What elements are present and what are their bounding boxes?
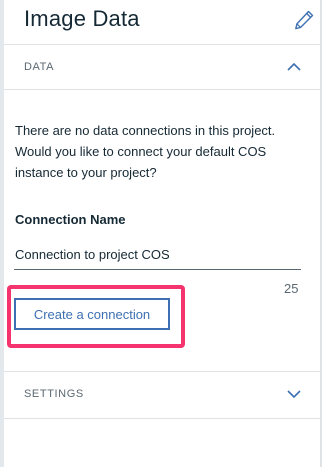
- data-section-divider: [4, 89, 320, 90]
- image-data-panel: Image Data DATA There are no data connec…: [0, 0, 322, 467]
- connection-name-input[interactable]: [14, 240, 301, 270]
- chevron-down-icon: [287, 390, 301, 399]
- pencil-icon: [295, 10, 314, 30]
- chevron-up-icon: [287, 62, 301, 71]
- settings-section-header[interactable]: SETTINGS: [4, 372, 320, 416]
- edit-title-button[interactable]: [292, 8, 316, 32]
- data-section-header[interactable]: DATA: [4, 45, 320, 89]
- data-section-label: DATA: [24, 61, 55, 73]
- create-connection-button[interactable]: Create a connection: [14, 298, 170, 330]
- settings-bottom-divider: [4, 418, 320, 419]
- character-count: 25: [284, 281, 299, 296]
- no-connections-message: There are no data connections in this pr…: [15, 123, 276, 180]
- connection-name-label: Connection Name: [15, 212, 126, 227]
- panel-header: Image Data: [4, 0, 320, 44]
- settings-section-label: SETTINGS: [24, 388, 84, 400]
- panel-title: Image Data: [24, 6, 140, 31]
